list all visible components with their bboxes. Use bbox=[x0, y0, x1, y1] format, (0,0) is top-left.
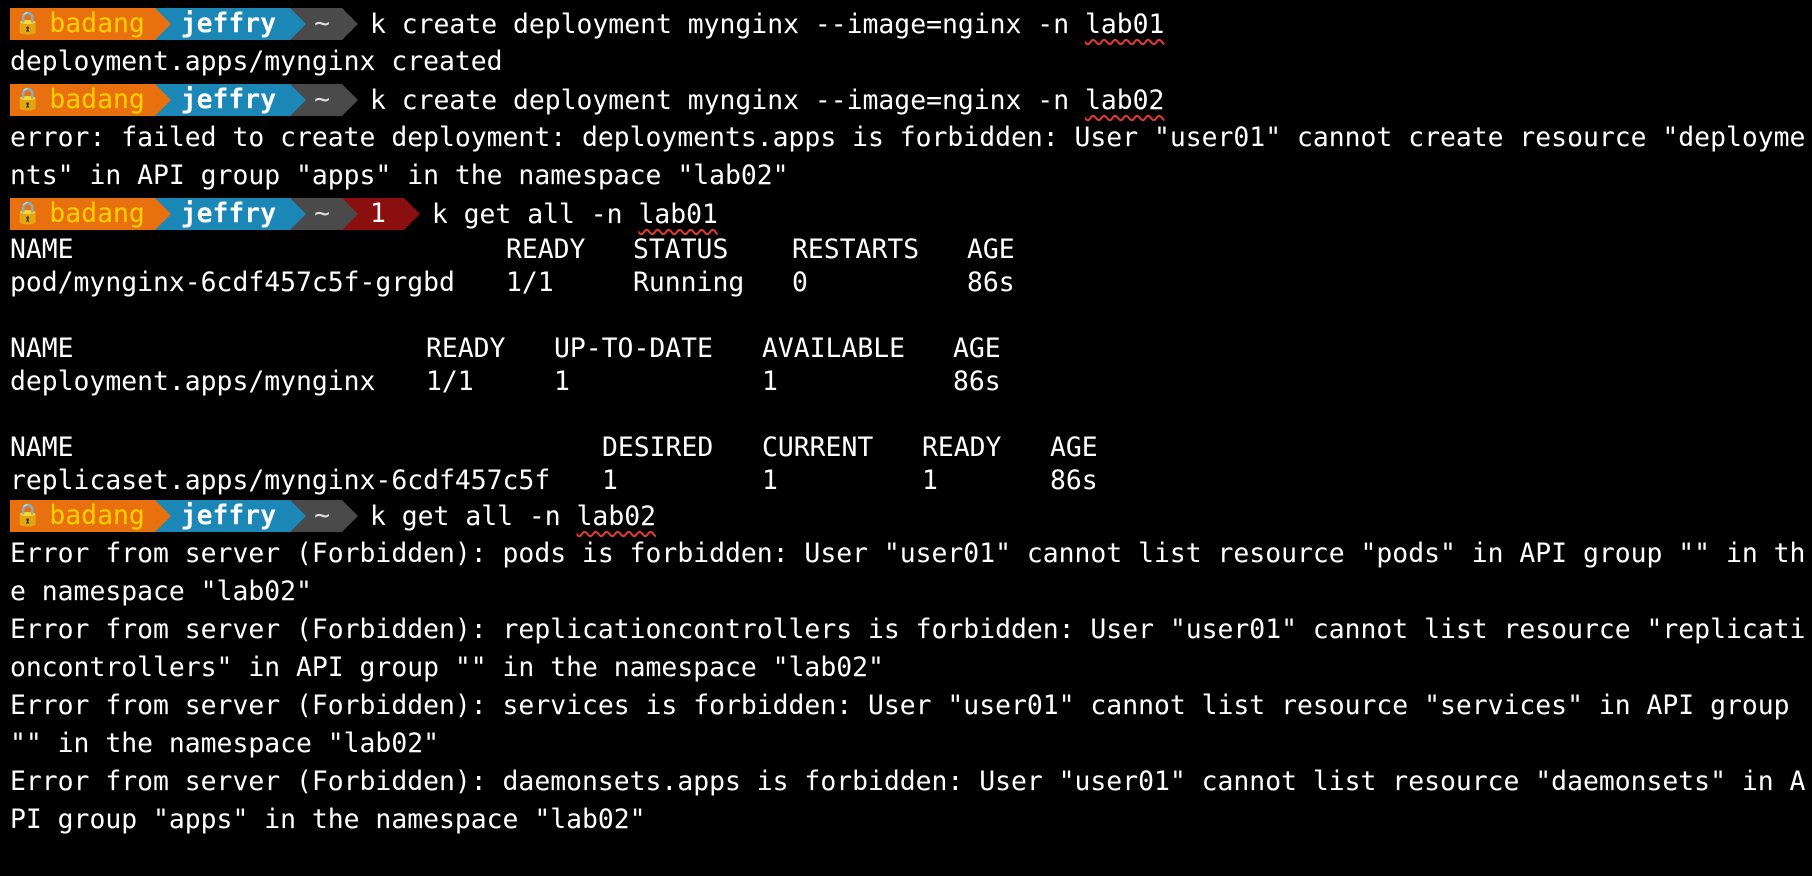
error-line: error: failed to create deployment: depl… bbox=[10, 122, 1806, 153]
table-header: NAME READY STATUS RESTARTS AGE bbox=[10, 234, 1015, 265]
lock-icon: 🔒 bbox=[10, 8, 48, 40]
prompt-user: jeffry bbox=[154, 500, 291, 532]
output-line: deployment.apps/mynginx created bbox=[10, 46, 503, 77]
table-header: NAME DESIRED CURRENT READY AGE bbox=[10, 432, 1098, 463]
prompt-host: badang bbox=[47, 84, 155, 116]
table-header: NAME READY UP-TO-DATE AVAILABLE AGE bbox=[10, 333, 1001, 364]
error-line: oncontrollers" in API group "" in the na… bbox=[10, 652, 884, 683]
prompt-user: jeffry bbox=[154, 84, 291, 116]
table-row: pod/mynginx-6cdf457c5f-grgbd 1/1 Running 0 8… bbox=[10, 267, 1015, 298]
prompt-user: jeffry bbox=[154, 8, 291, 40]
error-line: Error from server (Forbidden): daemonset… bbox=[10, 766, 1806, 797]
error-line: nts" in API group "apps" in the namespac… bbox=[10, 160, 789, 191]
error-line: Error from server (Forbidden): services … bbox=[10, 690, 1806, 721]
prompt-host: badang bbox=[47, 198, 155, 230]
prompt-host: badang bbox=[47, 500, 155, 532]
lock-icon: 🔒 bbox=[10, 500, 48, 532]
prompt-line: 🔒 badang jeffry ~ k create deployment my… bbox=[0, 81, 1812, 119]
prompt-host: badang bbox=[47, 8, 155, 40]
prompt-line: 🔒 badang jeffry ~ 1 k get all -n lab01 bbox=[0, 195, 1812, 233]
prompt-user: jeffry bbox=[154, 198, 291, 230]
namespace-arg: lab01 bbox=[638, 198, 718, 230]
error-line: Error from server (Forbidden): replicati… bbox=[10, 614, 1806, 645]
lock-icon: 🔒 bbox=[10, 84, 48, 116]
command-text: k create deployment mynginx --image=ngin… bbox=[369, 8, 1165, 40]
namespace-arg: lab02 bbox=[1084, 84, 1165, 116]
lock-icon: 🔒 bbox=[10, 198, 48, 230]
error-line: e namespace "lab02" bbox=[10, 576, 312, 607]
namespace-arg: lab01 bbox=[1084, 8, 1165, 40]
error-line: PI group "apps" in the namespace "lab02" bbox=[10, 804, 646, 835]
command-text: k get all -n lab02 bbox=[369, 500, 656, 532]
command-text: k get all -n lab01 bbox=[431, 198, 718, 230]
prompt-line: 🔒 badang jeffry ~ k get all -n lab02 bbox=[0, 497, 1812, 535]
table-row: replicaset.apps/mynginx-6cdf457c5f 1 1 1 86s bbox=[10, 465, 1098, 496]
error-line: "" in the namespace "lab02" bbox=[10, 728, 439, 759]
namespace-arg: lab02 bbox=[576, 500, 656, 532]
terminal-window[interactable]: 🔒 badang jeffry ~ k create deployment my… bbox=[0, 0, 1812, 876]
table-row: deployment.apps/mynginx 1/1 1 1 86s bbox=[10, 366, 1001, 397]
prompt-line: 🔒 badang jeffry ~ k create deployment my… bbox=[0, 5, 1812, 43]
command-text: k create deployment mynginx --image=ngin… bbox=[369, 84, 1165, 116]
error-line: Error from server (Forbidden): pods is f… bbox=[10, 538, 1806, 569]
